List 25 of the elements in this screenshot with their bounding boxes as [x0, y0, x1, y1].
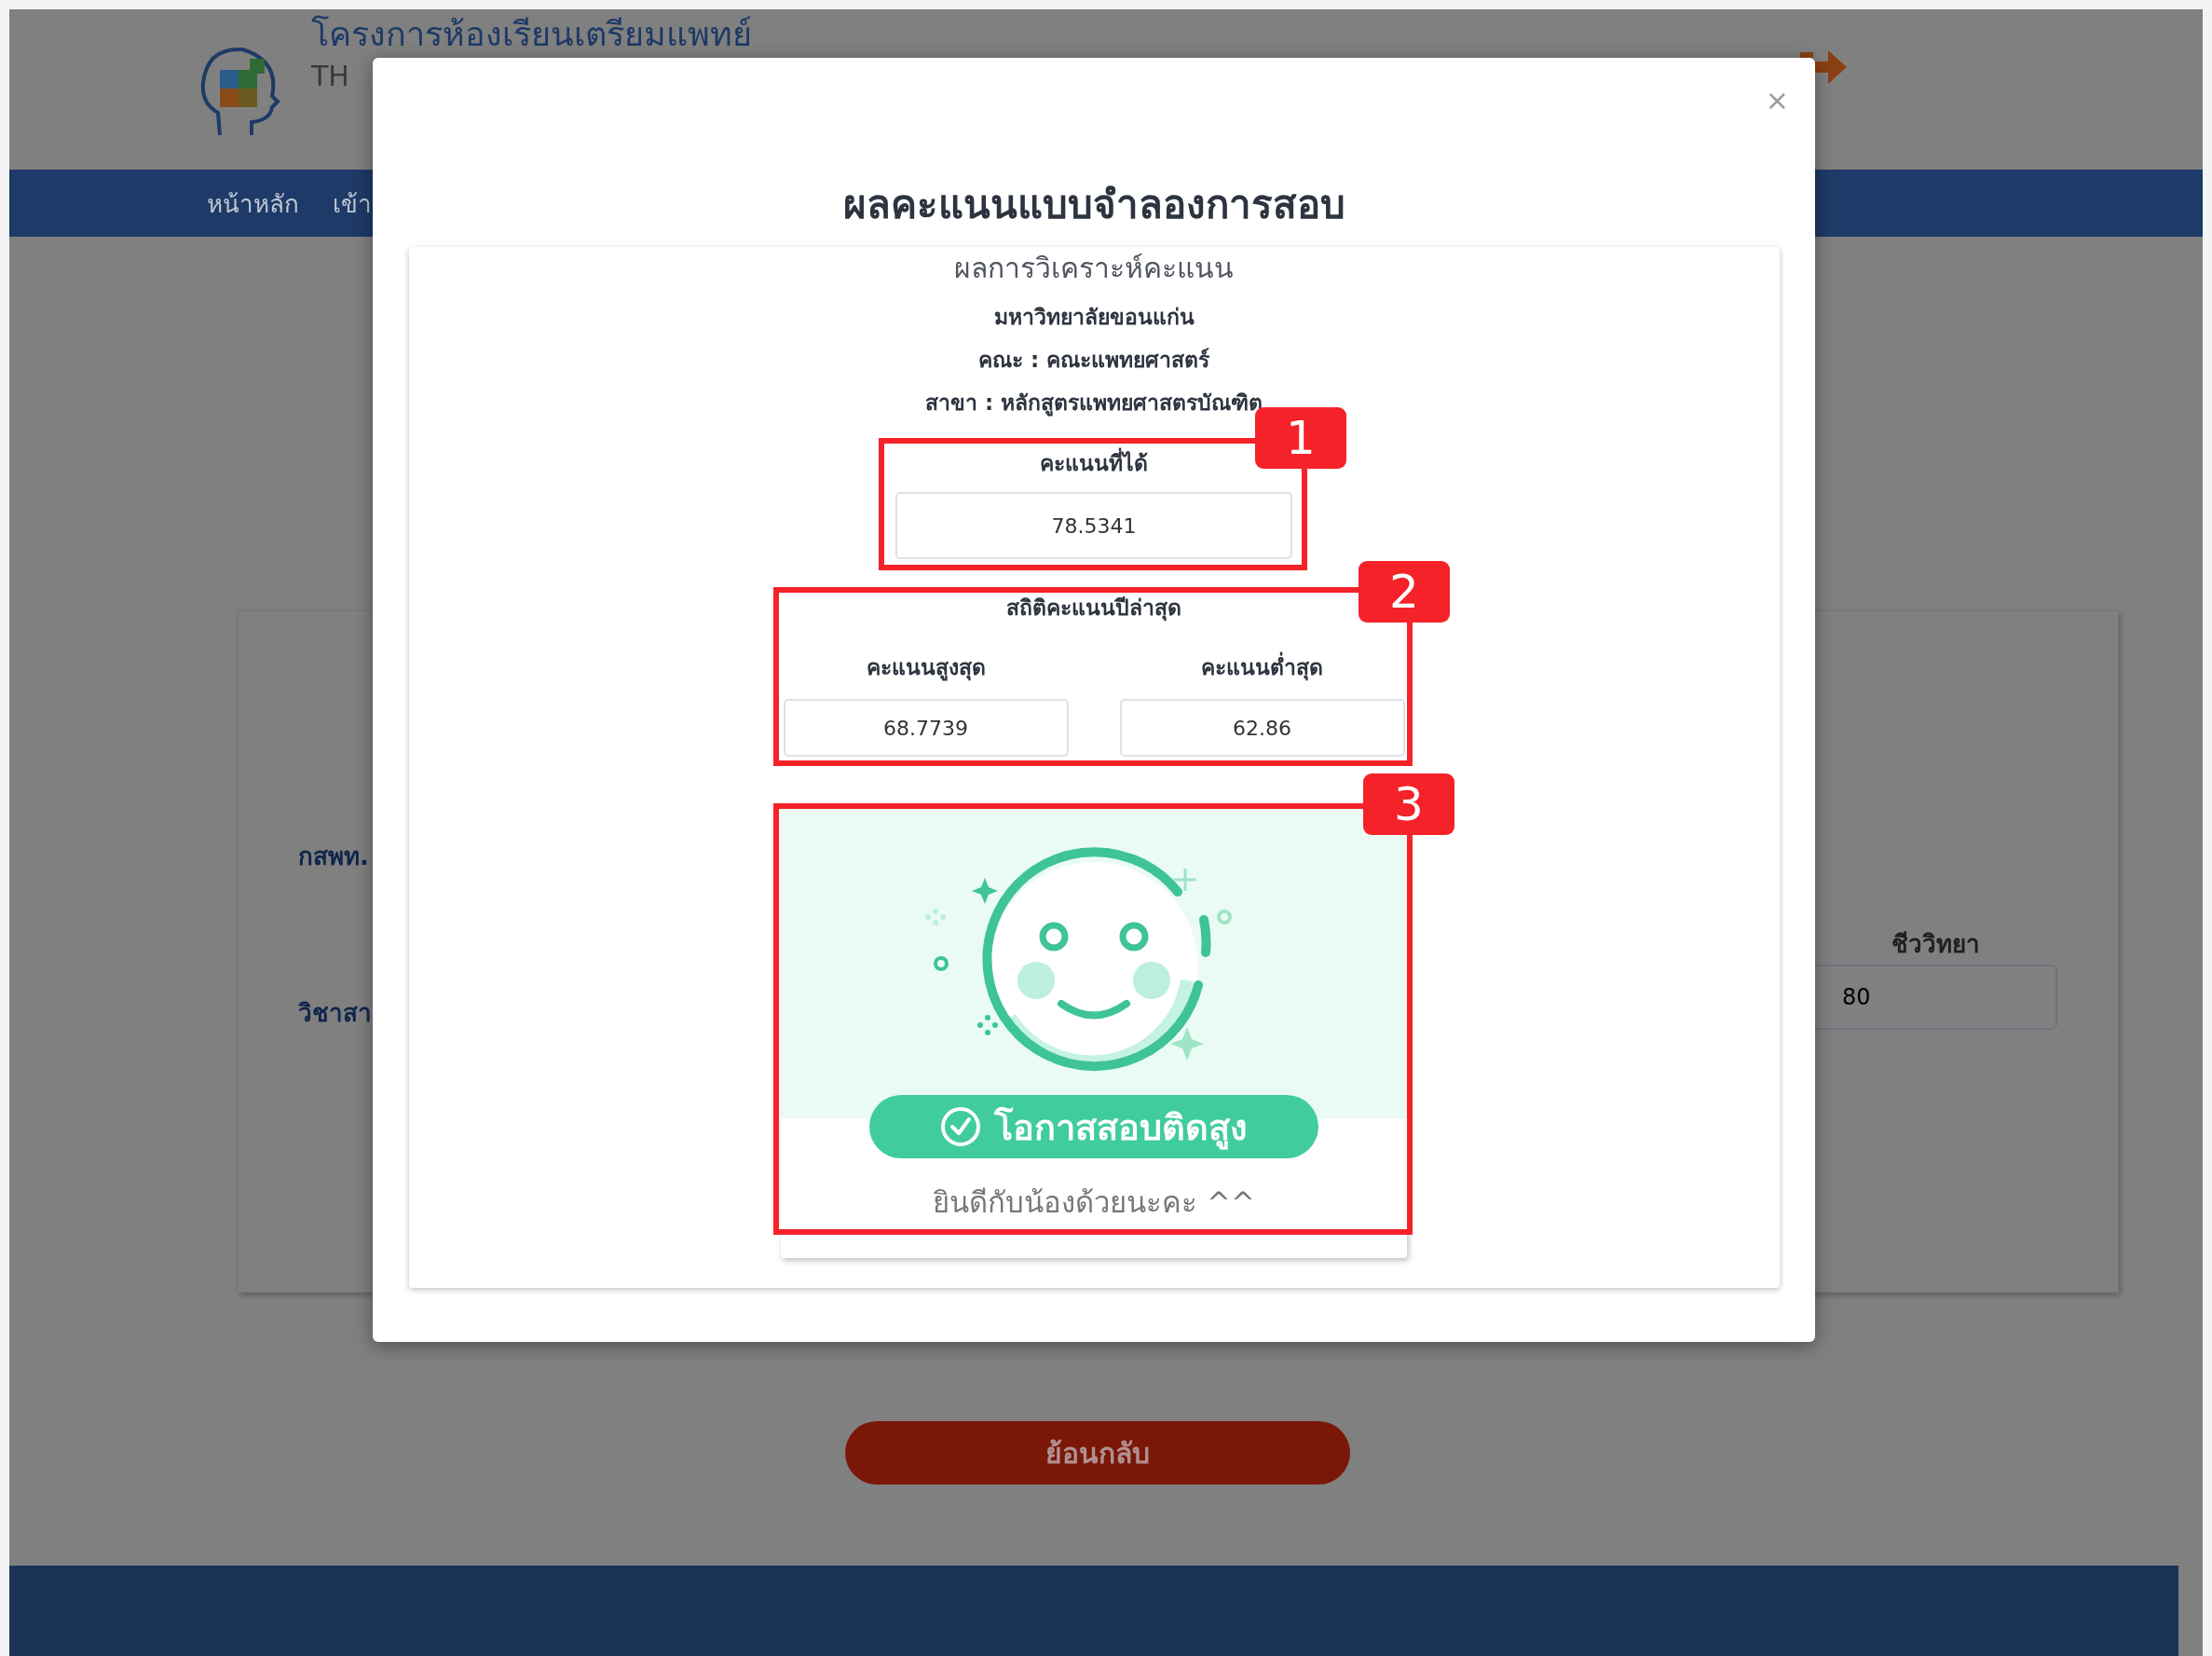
close-button[interactable]: × [1761, 84, 1793, 117]
back-button[interactable]: ย้อนกลับ [845, 1421, 1350, 1485]
info-line: คณะ : คณะแพทยศาสตร์ [977, 347, 1210, 374]
stat-field: 68.7739 [783, 699, 1069, 757]
site-title: โครงการห้องเรียนเตรียมแพทย์ [311, 14, 752, 55]
stat-label: คะแนนต่ำสุด [1201, 649, 1323, 686]
site-subtitle: TH [311, 59, 350, 94]
stat-label: คะแนนสูงสุด [866, 654, 986, 683]
card-heading: ผลการวิเคราะห์คะแนน [954, 251, 1234, 286]
nav-link[interactable]: หน้าหลัก [207, 184, 299, 223]
score-label: คะแนนที่ได้ [1040, 445, 1148, 482]
nav-link[interactable]: เข้า [333, 184, 372, 223]
annotation-number: 2 [1359, 561, 1450, 623]
info-line: มหาวิทยาลัยขอนแก่น [993, 304, 1195, 331]
stat-field: 62.86 [1119, 699, 1405, 757]
form-label: กสพท. [298, 842, 369, 872]
result-message: ยินดีกับน้องด้วยนะคะ ^^ [933, 1184, 1255, 1221]
annotation-number: 3 [1363, 773, 1454, 835]
stats-title: สถิติคะแนนปีล่าสุด [1006, 595, 1181, 623]
modal-title: ผลคะแนนแบบจำลองการสอบ [842, 181, 1345, 229]
result-badge-text: โอกาสสอบติดสูง [994, 1105, 1248, 1152]
check-circle-icon [940, 1106, 981, 1147]
subject-label: ชีววิทยา [1891, 929, 1980, 960]
score-field: 78.5341 [895, 492, 1292, 559]
form-label: วิชาสา [298, 998, 372, 1029]
